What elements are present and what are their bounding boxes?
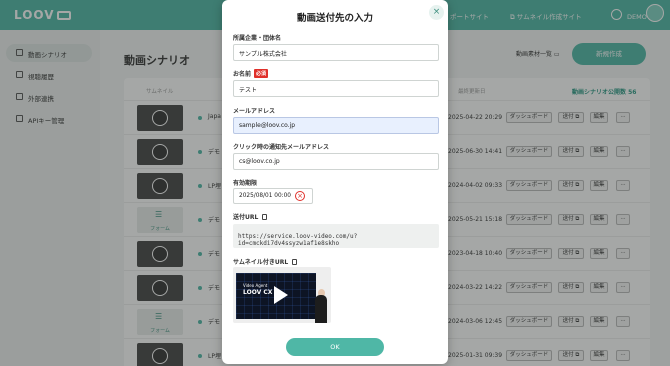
presenter-figure [315, 295, 327, 323]
expiry-label: 有効期限 [233, 180, 258, 187]
thumbnail-url-label: サムネイル付きURL [233, 257, 298, 266]
preview-screen: Video Agent LOOV CX [236, 273, 316, 319]
dialog-title: 動画送付先の入力 [296, 13, 373, 24]
preview-logo: LOOV CX [243, 289, 273, 296]
required-badge: 必須 [254, 69, 269, 78]
send-url-label: 送付URL [233, 212, 268, 221]
clear-date-icon[interactable]: × [295, 191, 305, 201]
copy-icon[interactable] [262, 214, 268, 220]
company-field[interactable]: サンプル株式会社 [233, 44, 439, 61]
ok-button[interactable]: OK [286, 338, 384, 356]
copy-icon[interactable] [292, 259, 298, 265]
notify-email-label: クリック時の通知先メールアドレス [233, 144, 330, 151]
name-label: お名前 必須 [233, 69, 269, 78]
thumbnail-preview: Video Agent LOOV CX [233, 267, 331, 323]
company-label: 所属企業・団体名 [233, 35, 282, 42]
notify-email-field[interactable]: cs@loov.co.jp [233, 153, 439, 170]
send-destination-dialog: 動画送付先の入力 × 所属企業・団体名 サンプル株式会社 お名前 必須 テスト メ… [222, 0, 448, 364]
email-field[interactable]: sample@loov.co.jp [233, 117, 439, 134]
close-button[interactable]: × [429, 5, 444, 20]
email-label: メールアドレス [233, 108, 276, 115]
name-field[interactable]: テスト [233, 80, 439, 97]
send-url-value[interactable]: https://service.loov-video.com/u?id=cmck… [233, 224, 439, 248]
play-icon [274, 286, 288, 304]
preview-heading: Video Agent [243, 283, 268, 288]
